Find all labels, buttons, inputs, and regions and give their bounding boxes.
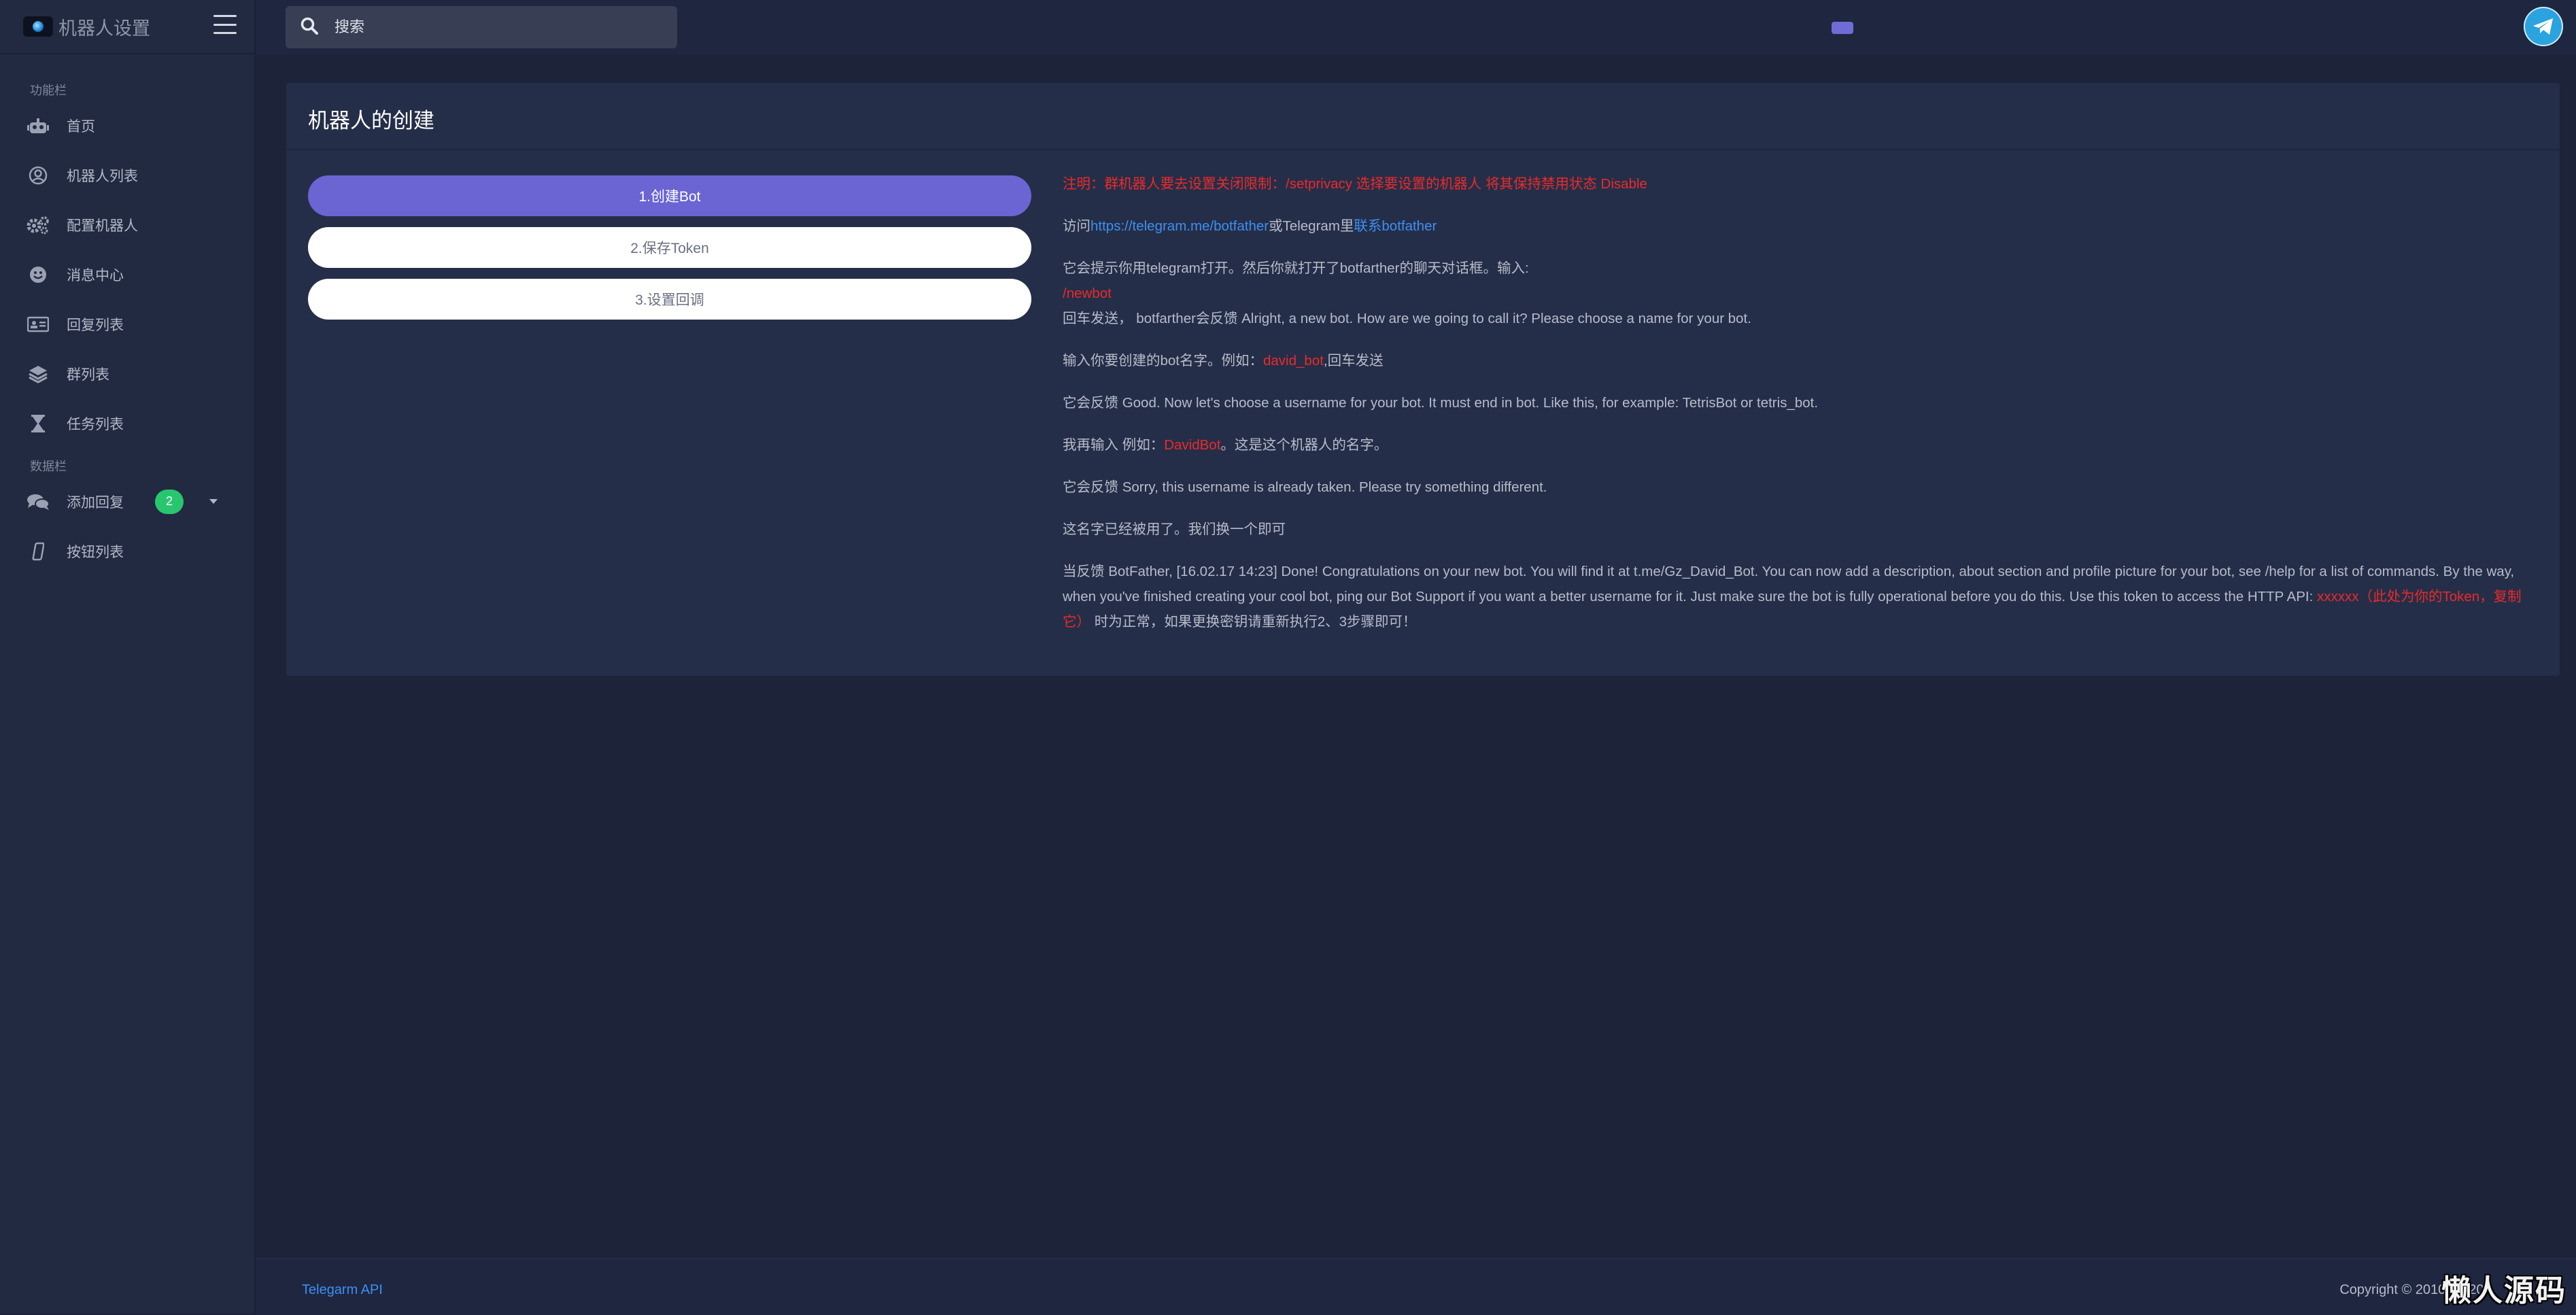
step-set-callback-button[interactable]: 3.设置回调: [308, 279, 1031, 320]
sidebar-item-label: 消息中心: [67, 267, 124, 284]
sidebar-item-label: 群列表: [67, 366, 109, 383]
sidebar-item-task-list[interactable]: 任务列表: [0, 398, 254, 448]
example-text: david_bot: [1263, 353, 1324, 369]
sidebar-item-label: 配置机器人: [67, 218, 138, 234]
brand-title: 机器人设置: [58, 18, 150, 39]
instructions: 注明：群机器人要去设置关闭限制：/setprivacy 选择要设置的机器人 将其…: [1063, 171, 2538, 651]
telegram-icon[interactable]: [2524, 7, 2563, 46]
text: 它会提示你用telegram打开。然后你就打开了botfarther的聊天对话框…: [1063, 260, 1529, 276]
sidebar-item-button-list[interactable]: 按钮列表: [0, 526, 254, 576]
step-create-bot-button[interactable]: 1.创建Bot: [308, 175, 1031, 216]
rename-note: 这名字已经被用了。我们换一个即可: [1063, 522, 1286, 537]
sidebar-item-home[interactable]: 首页: [0, 101, 254, 150]
botfather-link[interactable]: https://telegram.me/botfather: [1090, 218, 1269, 234]
sidebar-item-label: 任务列表: [67, 416, 124, 432]
sidebar-item-add-reply[interactable]: 添加回复 2: [0, 477, 254, 526]
newbot-note: 它会提示你用telegram打开。然后你就打开了botfarther的聊天对话框…: [1063, 256, 2538, 331]
user-circle-icon: [26, 165, 50, 186]
contact-botfather-link[interactable]: 联系botfather: [1354, 218, 1437, 234]
sidebar-item-group-list[interactable]: 群列表: [0, 349, 254, 398]
top-bar: [256, 0, 2576, 54]
sidebar-item-messages[interactable]: 消息中心: [0, 250, 254, 299]
text: 时为正常，如果更换密钥请重新执行2、3步骤即可！: [1090, 614, 1417, 630]
visit-note: 访问https://telegram.me/botfather或Telegram…: [1063, 214, 2538, 239]
search-box[interactable]: [286, 6, 677, 48]
sidebar-item-label: 回复列表: [67, 317, 124, 333]
section-label-functions: 功能栏: [30, 84, 67, 97]
text: 回车发送， botfarther会反馈 Alright, a new bot. …: [1063, 311, 1751, 326]
page-title: 机器人的创建: [308, 109, 434, 133]
bot-creation-card: 机器人的创建 1.创建Bot 2.保存Token 3.设置回调 注明：群机器人要…: [286, 83, 2560, 676]
name-note: 输入你要创建的bot名字。例如：david_bot,回车发送: [1063, 348, 2538, 373]
footer: Telegarm API Copyright © 2010~2020.: [256, 1258, 2576, 1315]
username-note: 它会反馈 Good. Now let's choose a username f…: [1063, 395, 1819, 411]
section-label-data: 数据栏: [30, 460, 67, 473]
privacy-note: 注明：群机器人要去设置关闭限制：/setprivacy 选择要设置的机器人 将其…: [1063, 176, 1647, 192]
smile-icon: [26, 264, 50, 285]
search-icon: [300, 17, 318, 38]
text: 输入你要创建的bot名字。例如：: [1063, 353, 1263, 369]
text: 我再输入 例如：: [1063, 437, 1165, 453]
sidebar-item-label: 机器人列表: [67, 168, 138, 184]
text: 当反馈 BotFather, [16.02.17 14:23] Done! Co…: [1063, 564, 2515, 604]
text: ,回车发送: [1323, 353, 1384, 369]
brand-logo-icon: [23, 16, 53, 37]
chevron-down-icon[interactable]: [209, 499, 218, 504]
telegram-api-link[interactable]: Telegarm API: [302, 1282, 383, 1298]
layers-icon: [26, 364, 50, 384]
sidebar-item-reply-list[interactable]: 回复列表: [0, 299, 254, 349]
menu-toggle-icon[interactable]: [213, 15, 237, 34]
divider: [286, 149, 2560, 150]
sidebar-item-label: 首页: [67, 118, 95, 135]
sidebar-item-config-bot[interactable]: 配置机器人: [0, 200, 254, 250]
taken-note: 它会反馈 Sorry, this username is already tak…: [1063, 479, 1547, 495]
input-note: 我再输入 例如：DavidBot。这是这个机器人的名字。: [1063, 432, 2538, 458]
sidebar-item-label: 按钮列表: [67, 544, 124, 560]
done-note: 当反馈 BotFather, [16.02.17 14:23] Done! Co…: [1063, 559, 2538, 634]
text: 或Telegram里: [1269, 218, 1354, 234]
count-badge: 2: [155, 489, 184, 514]
text: 访问: [1063, 218, 1090, 234]
gears-icon: [26, 215, 50, 235]
sidebar-item-label: 添加回复: [67, 494, 124, 511]
search-input[interactable]: [333, 18, 662, 37]
watermark: 懒人源码: [2441, 1274, 2566, 1308]
example-text: DavidBot: [1164, 437, 1221, 453]
comments-icon: [26, 492, 50, 512]
text: 。这是这个机器人的名字。: [1220, 437, 1388, 453]
sidebar: 机器人设置 功能栏 首页 机器人列表 配置机器人 消息中心 回复列表 群列表 任…: [0, 0, 256, 1314]
sidebar-item-bot-list[interactable]: 机器人列表: [0, 150, 254, 200]
robot-icon: [26, 116, 50, 136]
step-save-token-button[interactable]: 2.保存Token: [308, 227, 1031, 268]
command-text: /newbot: [1063, 286, 1112, 301]
mobile-icon: [26, 541, 50, 562]
hourglass-icon: [26, 413, 50, 434]
language-flag-icon[interactable]: [1832, 22, 1853, 34]
id-card-icon: [26, 314, 50, 335]
